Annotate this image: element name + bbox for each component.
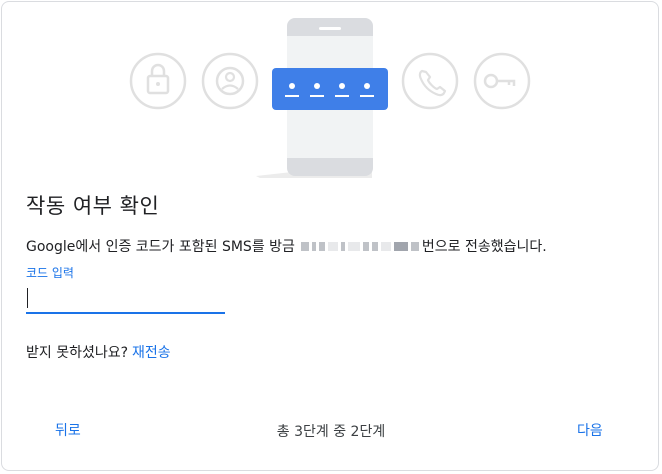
message-text-before: Google에서 인증 코드가 포함된 SMS를 방금: [26, 239, 295, 255]
verification-code-input[interactable]: [26, 286, 225, 314]
key-icon: [473, 52, 531, 110]
resend-prompt: 받지 못하셨나요?: [26, 345, 129, 361]
hero-illustration: [129, 18, 531, 178]
next-button[interactable]: 다음: [577, 420, 603, 440]
resend-row: 받지 못하셨나요? 재전송: [26, 342, 171, 362]
resend-link[interactable]: 재전송: [132, 345, 171, 361]
page-title: 작동 여부 확인: [26, 194, 160, 218]
text-cursor: [27, 288, 28, 308]
account-icon: [201, 52, 259, 110]
lock-icon: [129, 52, 187, 110]
back-button[interactable]: 뒤로: [55, 420, 81, 440]
sms-sent-message: Google에서 인증 코드가 포함된 SMS를 방금 번으로 전송했습니다.: [26, 236, 547, 256]
phone-icon: [401, 52, 459, 110]
code-bubble: [272, 68, 388, 110]
message-text-after: 번으로 전송했습니다.: [421, 239, 547, 255]
redacted-phone-number: [300, 240, 419, 252]
code-input-label: 코드 입력: [26, 266, 74, 280]
